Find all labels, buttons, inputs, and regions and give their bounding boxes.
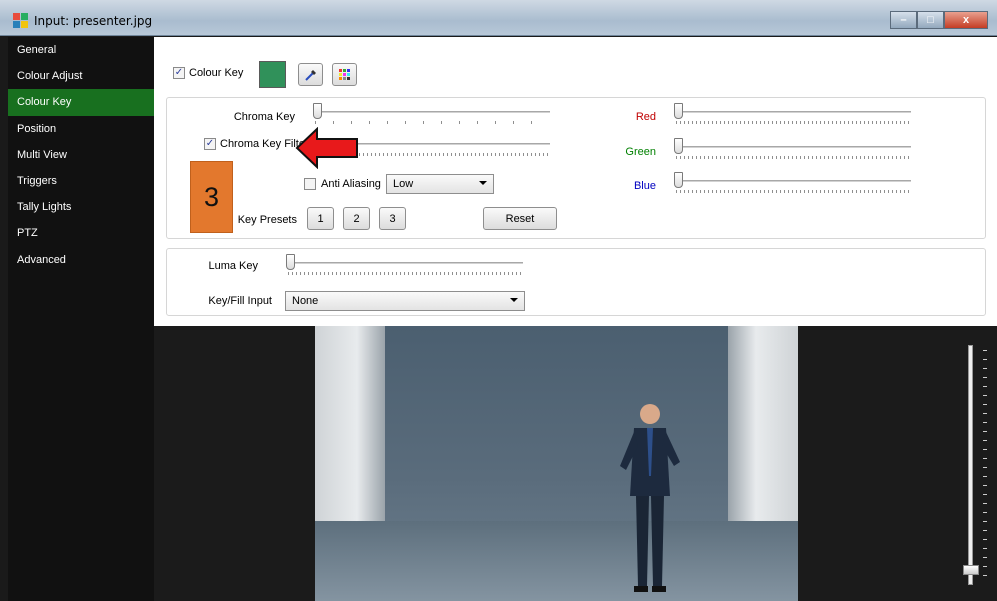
preview-image bbox=[315, 326, 798, 601]
preset-3-button[interactable]: 3 bbox=[379, 207, 406, 230]
preset-2-button[interactable]: 2 bbox=[343, 207, 370, 230]
red-slider[interactable] bbox=[674, 103, 911, 124]
presenter-figure bbox=[620, 404, 680, 592]
luma-key-label: Luma Key bbox=[208, 260, 258, 272]
green-slider[interactable] bbox=[674, 138, 911, 159]
preview-zoom-ticks bbox=[983, 350, 987, 580]
blue-slider[interactable] bbox=[674, 172, 911, 193]
key-fill-input-value: None bbox=[292, 295, 319, 307]
sidebar-item-general[interactable]: General bbox=[8, 37, 154, 63]
key-color-swatch[interactable] bbox=[259, 61, 286, 88]
colour-key-checkbox[interactable]: ✓ bbox=[173, 67, 185, 79]
green-label: Green bbox=[625, 146, 656, 158]
blue-slider-thumb[interactable] bbox=[674, 172, 683, 188]
chroma-key-label: Chroma Key bbox=[233, 111, 295, 123]
reset-button[interactable]: Reset bbox=[483, 207, 557, 230]
anti-aliasing-select[interactable]: Low bbox=[386, 174, 494, 194]
sidebar-item-advanced[interactable]: Advanced bbox=[8, 247, 154, 273]
sidebar-item-multi-view[interactable]: Multi View bbox=[8, 142, 154, 168]
colour-key-label: Colour Key bbox=[189, 67, 244, 79]
chroma-key-slider[interactable] bbox=[313, 103, 550, 124]
key-fill-input-select[interactable]: None bbox=[285, 291, 525, 311]
color-palette-button[interactable] bbox=[332, 63, 357, 86]
step-number-badge: 3 bbox=[190, 161, 233, 233]
red-arrow-icon bbox=[295, 127, 358, 169]
app-icon bbox=[13, 13, 29, 29]
anti-aliasing-label: Anti Aliasing bbox=[321, 178, 381, 190]
preview-zoom-thumb[interactable] bbox=[963, 565, 979, 575]
key-presets-label: Key Presets bbox=[237, 214, 297, 226]
sidebar-item-colour-adjust[interactable]: Colour Adjust bbox=[8, 63, 154, 89]
close-button[interactable]: x bbox=[944, 11, 988, 29]
settings-sidebar: General Colour Adjust Colour Key Positio… bbox=[8, 37, 154, 601]
luma-key-slider-thumb[interactable] bbox=[286, 254, 295, 270]
input-settings-window: Input: presenter.jpg – □ x General Colou… bbox=[0, 0, 997, 601]
sidebar-item-position[interactable]: Position bbox=[8, 116, 154, 142]
preset-1-button[interactable]: 1 bbox=[307, 207, 334, 230]
sidebar-item-tally-lights[interactable]: Tally Lights bbox=[8, 194, 154, 220]
luma-key-slider[interactable] bbox=[286, 254, 523, 275]
chroma-key-slider-thumb[interactable] bbox=[313, 103, 322, 119]
blue-label: Blue bbox=[633, 180, 656, 192]
eyedropper-icon bbox=[304, 69, 316, 81]
color-palette-icon bbox=[338, 68, 350, 80]
red-slider-thumb[interactable] bbox=[674, 103, 683, 119]
sidebar-item-triggers[interactable]: Triggers bbox=[8, 168, 154, 194]
chevron-down-icon bbox=[510, 298, 518, 302]
key-fill-input-label: Key/Fill Input bbox=[208, 295, 272, 307]
eyedropper-button[interactable] bbox=[298, 63, 323, 86]
chevron-down-icon bbox=[479, 181, 487, 185]
title-bar: Input: presenter.jpg – □ x bbox=[0, 0, 997, 36]
window-title: Input: presenter.jpg bbox=[34, 14, 153, 28]
preview-zoom-slider[interactable] bbox=[968, 345, 973, 585]
minimize-button[interactable]: – bbox=[890, 11, 917, 29]
red-label: Red bbox=[635, 111, 656, 123]
maximize-button[interactable]: □ bbox=[917, 11, 944, 29]
green-slider-thumb[interactable] bbox=[674, 138, 683, 154]
sidebar-item-colour-key[interactable]: Colour Key bbox=[8, 89, 154, 116]
sidebar-item-ptz[interactable]: PTZ bbox=[8, 220, 154, 246]
anti-aliasing-value: Low bbox=[393, 178, 414, 190]
chroma-key-filter-checkbox[interactable]: ✓ bbox=[204, 138, 216, 150]
anti-aliasing-checkbox[interactable] bbox=[304, 178, 316, 190]
